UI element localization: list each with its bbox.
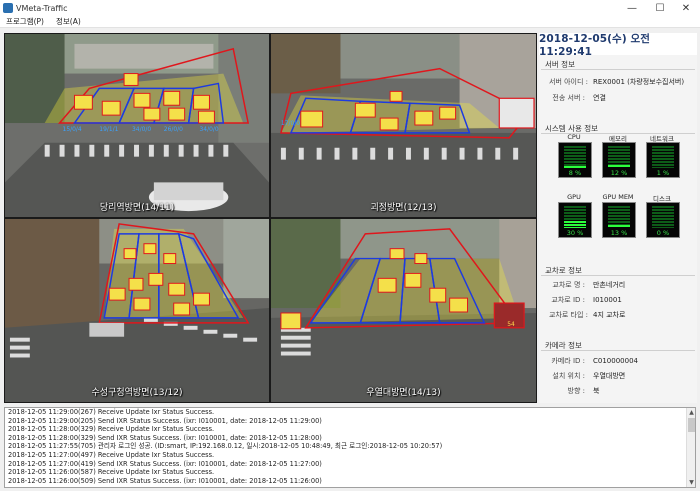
menu-info[interactable]: 정보(A) bbox=[50, 16, 87, 27]
meter-value: 12 % bbox=[610, 169, 628, 177]
camera-id-key: 카메라 ID : bbox=[551, 357, 585, 365]
meter-value: 13 % bbox=[610, 229, 628, 237]
meter-value: 1 % bbox=[656, 169, 670, 177]
camera-location-row: 설치 위치 : 우열대방면 bbox=[549, 371, 625, 381]
intersection-id-row: 교차로 ID : I010001 bbox=[549, 295, 622, 305]
intersection-name-value: 만촌네거리 bbox=[593, 281, 626, 289]
meter-label: GPU bbox=[567, 193, 581, 201]
transfer-server-key: 전송 서버 : bbox=[552, 94, 585, 102]
server-id-value: REX0001 (차량정보수집서버) bbox=[593, 78, 685, 86]
meter-value: 30 % bbox=[566, 229, 584, 237]
window-title: VMeta-Traffic bbox=[16, 3, 68, 13]
camera-id-value: C010000004 bbox=[593, 357, 638, 365]
server-id-key: 서버 아이디 : bbox=[549, 78, 589, 86]
intersection-name-key: 교차로 명 : bbox=[552, 281, 585, 289]
intersection-type-value: 4지 교차로 bbox=[593, 311, 626, 319]
server-id-row: 서버 아이디 : REX0001 (차량정보수집서버) bbox=[549, 77, 684, 87]
intersection-id-key: 교차로 ID : bbox=[551, 296, 585, 304]
info-panel: 2018-12-05(수) 오전 11:29:41 서버 정보 서버 아이디 :… bbox=[539, 33, 697, 403]
log-panel[interactable]: 2018-12-05 11:29:00(267) Receive Update … bbox=[4, 407, 696, 488]
camera-feed-2: 17/0/0 bbox=[271, 34, 536, 217]
camera-label-1: 당리역방면(14/11) bbox=[99, 203, 175, 213]
intersection-name-row: 교차로 명 : 만촌네거리 bbox=[549, 280, 625, 290]
log-line: 2018-12-05 11:29:00(205) Send IXR Status… bbox=[8, 416, 322, 425]
svg-text:17/0/0: 17/0/0 bbox=[281, 120, 300, 127]
log-line: 2018-12-05 11:27:00(419) Send IXR Status… bbox=[8, 459, 322, 468]
intersection-type-row: 교차로 타입 : 4지 교차로 bbox=[549, 310, 625, 320]
disk-meter: 디스크 0 % bbox=[645, 193, 680, 239]
log-line: 2018-12-05 11:26:00(587) Receive Update … bbox=[8, 468, 215, 477]
close-button[interactable]: ✕ bbox=[672, 0, 700, 16]
camera-view-2[interactable]: 17/0/0 괴정방면(12/13) bbox=[270, 33, 537, 218]
log-scrollbar[interactable]: ▲ ▼ bbox=[686, 408, 695, 487]
log-line: 2018-12-05 11:27:55(705) 관리자 로그인 성공. (ID… bbox=[8, 442, 443, 451]
log-line: 2018-12-05 11:29:00(267) Receive Update … bbox=[8, 408, 215, 416]
divider bbox=[541, 275, 695, 276]
intersection-type-key: 교차로 타입 : bbox=[549, 311, 589, 319]
title-bar: VMeta-Traffic — ☐ ✕ bbox=[0, 0, 700, 16]
meter-label: GPU MEM bbox=[602, 193, 634, 201]
transfer-server-value: 연결 bbox=[593, 94, 606, 102]
camera-direction-key: 방향 : bbox=[567, 387, 585, 395]
svg-text:26/0/0: 26/0/0 bbox=[164, 126, 183, 133]
camera-feed-1: 15/0/4 19/1/1 34/0/0 26/0/0 34/0/0 bbox=[5, 34, 269, 217]
lane-count-1: 15/0/4 bbox=[63, 126, 82, 133]
camera-direction-value: 북 bbox=[593, 387, 600, 395]
menu-program[interactable]: 프로그램(P) bbox=[0, 16, 50, 27]
scroll-thumb[interactable] bbox=[688, 418, 695, 432]
svg-text:34/0/0: 34/0/0 bbox=[200, 126, 219, 133]
minimize-button[interactable]: — bbox=[618, 0, 646, 16]
network-meter: 네트워크 1 % bbox=[645, 133, 680, 179]
camera-location-key: 설치 위치 : bbox=[552, 372, 585, 380]
camera-location-value: 우열대방면 bbox=[593, 372, 626, 380]
log-line: 2018-12-05 11:28:00(329) Receive Update … bbox=[8, 425, 215, 434]
meter-label: CPU bbox=[567, 133, 581, 141]
divider bbox=[541, 350, 695, 351]
svg-text:19/1/1: 19/1/1 bbox=[99, 126, 118, 133]
svg-text:34/0/0: 34/0/0 bbox=[132, 126, 151, 133]
camera-feed-3 bbox=[5, 219, 269, 402]
menu-bar: 프로그램(P) 정보(A) bbox=[0, 16, 700, 28]
log-line: 2018-12-05 11:26:00(509) Send IXR Status… bbox=[8, 476, 322, 485]
camera-label-2: 괴정방면(12/13) bbox=[370, 203, 437, 213]
maximize-button[interactable]: ☐ bbox=[646, 0, 674, 16]
camera-view-3[interactable]: 수성구청역방면(13/12) bbox=[4, 218, 270, 403]
cpu-meter: CPU 8 % bbox=[557, 133, 592, 179]
camera-view-4[interactable]: 54 우열대방면(14/13) bbox=[270, 218, 537, 403]
scroll-up-icon[interactable]: ▲ bbox=[687, 408, 695, 417]
camera-label-4: 우열대방면(14/13) bbox=[366, 388, 441, 398]
camera-id-row: 카메라 ID : C010000004 bbox=[549, 356, 638, 366]
camera-label-3: 수성구청역방면(13/12) bbox=[91, 388, 183, 398]
camera-feed-4: 54 bbox=[271, 219, 536, 402]
gpu-mem-meter: GPU MEM 13 % bbox=[601, 193, 636, 239]
gpu-meter: GPU 30 % bbox=[557, 193, 592, 239]
camera-direction-row: 방향 : 북 bbox=[549, 386, 600, 396]
video-grid: 15/0/4 19/1/1 34/0/0 26/0/0 34/0/0 당리역방면… bbox=[4, 33, 537, 403]
app-icon bbox=[3, 3, 13, 13]
svg-text:54: 54 bbox=[507, 321, 515, 328]
meter-value: 8 % bbox=[568, 169, 582, 177]
intersection-id-value: I010001 bbox=[593, 296, 622, 304]
camera-view-1[interactable]: 15/0/4 19/1/1 34/0/0 26/0/0 34/0/0 당리역방면… bbox=[4, 33, 270, 218]
log-line: 2018-12-05 11:27:00(497) Receive Update … bbox=[8, 450, 215, 459]
transfer-server-row: 전송 서버 : 연결 bbox=[549, 93, 606, 103]
divider bbox=[541, 69, 695, 70]
scroll-down-icon[interactable]: ▼ bbox=[687, 478, 695, 487]
clock-display: 2018-12-05(수) 오전 11:29:41 bbox=[539, 33, 697, 58]
meter-value: 0 % bbox=[656, 229, 670, 237]
memory-meter: 메모리 12 % bbox=[601, 133, 636, 179]
